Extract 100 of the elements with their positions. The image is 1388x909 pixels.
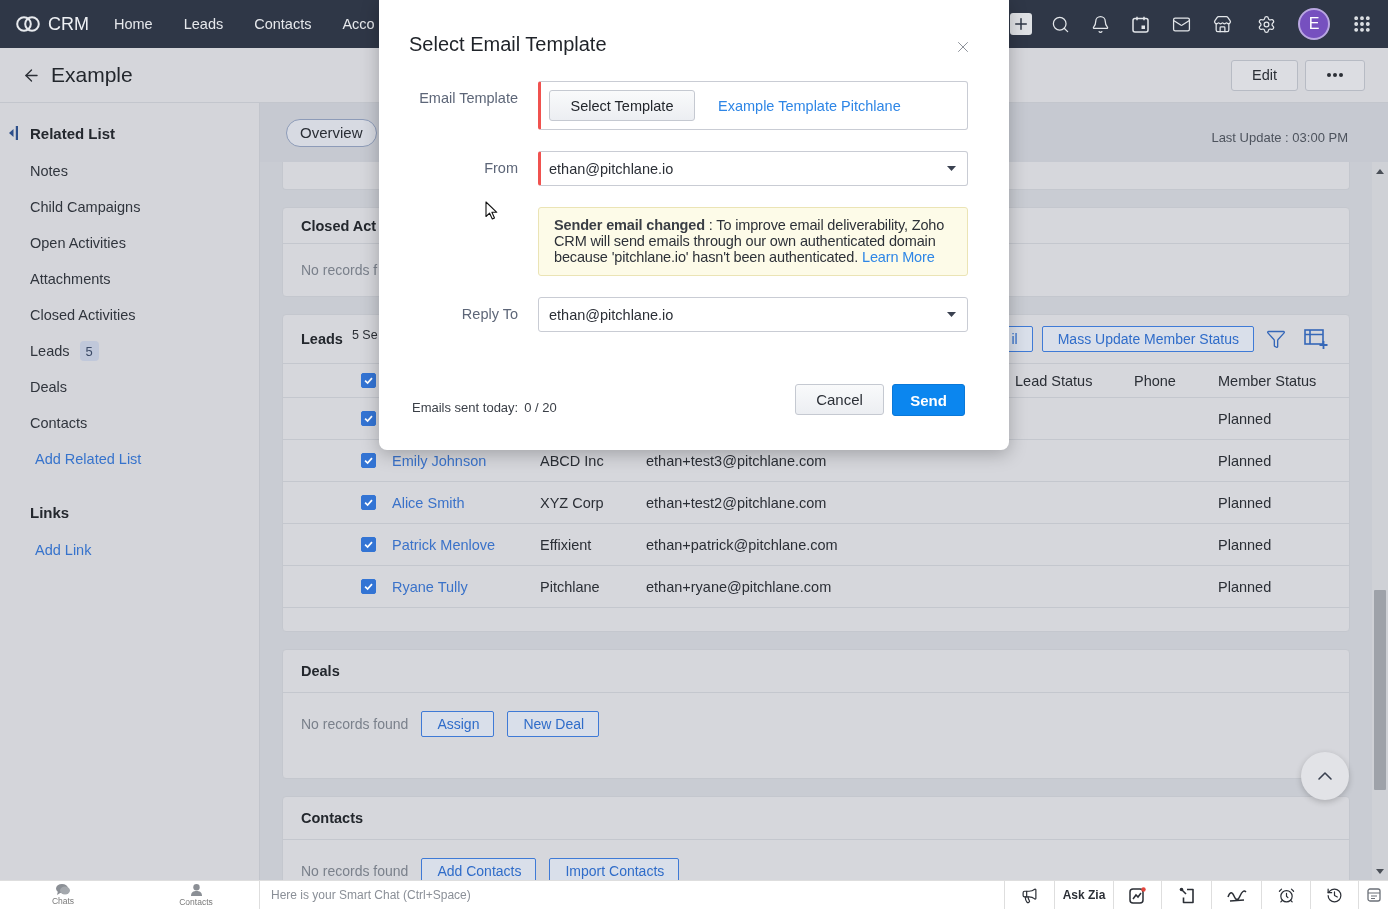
count-badge: 5 — [79, 341, 99, 361]
column-header: Member Status — [1218, 372, 1317, 389]
column-header: Lead Status — [1015, 372, 1093, 389]
company-cell: Effixient — [540, 536, 592, 553]
scrollbar[interactable] — [1372, 162, 1388, 880]
checkbox[interactable] — [361, 453, 376, 468]
history-button[interactable] — [1310, 881, 1358, 909]
bracket-arrow-button[interactable] — [1161, 881, 1211, 909]
action-button[interactable]: Add Contacts — [421, 858, 537, 880]
scroll-up-arrow-icon[interactable] — [1376, 168, 1384, 174]
caret-icon — [947, 312, 956, 317]
select-template-button[interactable]: Select Template — [549, 90, 695, 121]
brand-name: CRM — [48, 13, 89, 35]
email-cell: ethan+test2@pitchlane.com — [646, 494, 827, 511]
nav-link[interactable]: Acco — [342, 16, 375, 32]
squiggle-icon — [1226, 888, 1247, 902]
smart-chat-field[interactable]: Here is your Smart Chat (Ctrl+Space) — [260, 881, 1004, 909]
checkbox[interactable] — [361, 537, 376, 552]
checkbox[interactable] — [361, 411, 376, 426]
caret-icon — [947, 166, 956, 171]
store-icon[interactable] — [1212, 14, 1232, 34]
member-status-cell: Planned — [1218, 410, 1272, 427]
template-field[interactable]: Select Template Example Template Pitchlane — [538, 81, 968, 130]
collapse-icon[interactable] — [9, 126, 18, 140]
chat-bubbles-icon — [56, 884, 70, 895]
links-heading: Links — [30, 503, 70, 521]
email-cell: ethan+patrick@pitchlane.com — [646, 536, 838, 553]
squiggle-button[interactable] — [1211, 881, 1261, 909]
empty-message: No records found — [301, 862, 409, 880]
action-button[interactable]: New Deal — [507, 711, 600, 737]
empty-message: No records found — [301, 715, 409, 734]
bottom-app-button[interactable]: Chats — [43, 881, 83, 909]
checkmark-icon — [363, 497, 374, 508]
add-icon[interactable] — [1010, 13, 1032, 35]
empty-message: No records f — [301, 261, 378, 280]
sidebar-item[interactable]: Deals — [30, 379, 68, 395]
search-icon[interactable] — [1050, 14, 1070, 34]
calendar-icon[interactable] — [1132, 15, 1149, 33]
checkmark-icon — [363, 581, 374, 592]
email-cell: ethan+ryane@pitchlane.com — [646, 578, 832, 595]
alarm-clock-icon — [1277, 886, 1295, 904]
send-button[interactable]: Send — [892, 384, 965, 416]
sidebar-heading: Related List — [30, 124, 116, 142]
announcements-button[interactable] — [1004, 881, 1054, 909]
sidebar-item[interactable]: Attachments — [30, 271, 111, 287]
sidebar-item[interactable]: Closed Activities — [30, 307, 136, 323]
checkmark-icon — [363, 455, 374, 466]
member-status-cell: Planned — [1218, 452, 1272, 469]
last-update-text: Last Update : 03:00 PM — [1211, 130, 1348, 145]
tab[interactable]: Overview — [286, 118, 377, 147]
chart-button[interactable] — [1113, 881, 1161, 909]
action-button[interactable]: Assign — [421, 711, 495, 737]
selection-count: 5 Se — [351, 328, 378, 342]
warning-notice: Sender email changed : To improve email deliverability, Zoho CRM will send emails through our own authenticated domain because 'pitchlane.io' hasn't been authenticated. Learn More — [538, 207, 968, 276]
section-title: Deals — [301, 663, 340, 679]
field-label: From — [484, 159, 518, 177]
field-label: Reply To — [461, 305, 518, 323]
member-status-cell: Planned — [1218, 536, 1272, 553]
ask-zia-button[interactable]: Ask Zia — [1054, 881, 1113, 909]
notepad-button[interactable] — [1358, 881, 1388, 909]
section-title: Closed Act — [301, 217, 377, 234]
checkmark-icon — [363, 413, 374, 424]
checkbox[interactable] — [361, 579, 376, 594]
cancel-button[interactable]: Cancel — [795, 384, 884, 415]
sidebar-item[interactable]: Child Campaigns — [30, 199, 141, 215]
alarm-button[interactable] — [1261, 881, 1310, 909]
sidebar-item[interactable]: Notes — [30, 163, 68, 179]
scrollbar-thumb[interactable] — [1374, 590, 1386, 790]
sent-label: Emails sent today: — [412, 400, 519, 415]
email-select[interactable]: ethan@pitchlane.io — [538, 151, 968, 186]
nav-link[interactable]: Leads — [183, 16, 224, 32]
checkbox[interactable] — [361, 495, 376, 510]
field-label: Email Template — [419, 89, 518, 107]
bottom-app-button[interactable]: Contacts — [176, 881, 216, 909]
checkbox[interactable] — [361, 373, 376, 388]
sidebar-item[interactable]: Open Activities — [30, 235, 126, 251]
more-icon — [1327, 73, 1343, 77]
table-plus-icon[interactable] — [1304, 329, 1328, 349]
section-title: Leads — [301, 331, 343, 347]
learn-more-link[interactable]: Learn More — [861, 249, 935, 265]
bell-icon[interactable] — [1090, 14, 1110, 34]
user-avatar[interactable]: E — [1298, 8, 1330, 40]
settings-icon[interactable] — [1256, 14, 1276, 34]
email-select[interactable]: ethan@pitchlane.io — [538, 297, 968, 332]
column-header: Phone — [1134, 372, 1176, 389]
action-button[interactable]: Import Contacts — [549, 858, 680, 880]
bracket-arrow-icon — [1178, 886, 1195, 904]
filter-icon[interactable] — [1266, 329, 1286, 349]
company-cell: XYZ Corp — [540, 494, 604, 511]
template-link[interactable]: Example Template Pitchlane — [718, 97, 901, 114]
edit-button[interactable]: Edit — [1231, 59, 1298, 91]
sidebar-item[interactable]: Contacts — [30, 415, 88, 431]
scroll-down-arrow-icon[interactable] — [1376, 868, 1384, 874]
sidebar-item[interactable]: Leads — [30, 343, 70, 359]
record-title: Example — [51, 63, 133, 87]
nav-link[interactable]: Contacts — [254, 16, 312, 32]
nav-link[interactable]: Home — [114, 16, 153, 32]
logo-icon — [16, 15, 40, 33]
apps-grid-icon[interactable] — [1352, 14, 1372, 34]
action-button[interactable]: Mass Update Member Status — [1041, 326, 1254, 352]
